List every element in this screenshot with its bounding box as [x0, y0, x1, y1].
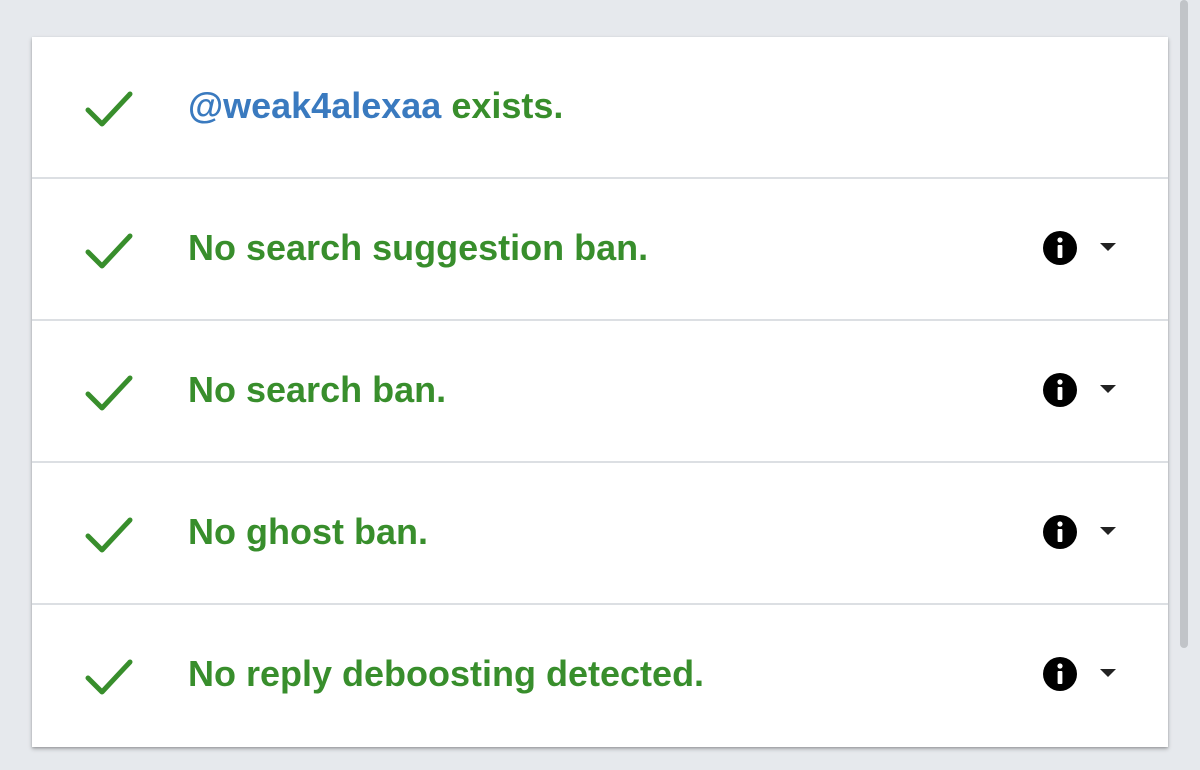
result-row-reply-deboosting[interactable]: No reply deboosting detected. [32, 605, 1168, 747]
checkmark-icon [85, 375, 133, 411]
caret-down-icon[interactable] [1099, 668, 1117, 678]
result-row-account-exists: @weak4alexaa exists. [32, 37, 1168, 179]
result-message: No search ban. [188, 369, 447, 410]
caret-down-icon[interactable] [1099, 242, 1117, 252]
result-message: No search suggestion ban. [188, 227, 649, 268]
scrollbar[interactable] [1180, 0, 1188, 648]
info-icon[interactable] [1042, 372, 1078, 408]
username-handle[interactable]: @weak4alexaa [188, 85, 441, 126]
caret-down-icon[interactable] [1099, 384, 1117, 394]
results-card: @weak4alexaa exists. No search suggestio… [32, 37, 1168, 747]
result-message: No ghost ban. [188, 511, 428, 552]
checkmark-icon [85, 91, 133, 127]
result-message: No reply deboosting detected. [188, 653, 705, 694]
result-row-search-suggestion-ban[interactable]: No search suggestion ban. [32, 179, 1168, 321]
checkmark-icon [85, 659, 133, 695]
info-icon[interactable] [1042, 230, 1078, 266]
info-icon[interactable] [1042, 514, 1078, 550]
result-message: exists. [441, 85, 564, 126]
result-row-ghost-ban[interactable]: No ghost ban. [32, 463, 1168, 605]
result-text: @weak4alexaa exists. [188, 83, 563, 129]
checkmark-icon [85, 233, 133, 269]
checkmark-icon [85, 517, 133, 553]
info-icon[interactable] [1042, 656, 1078, 692]
result-row-search-ban[interactable]: No search ban. [32, 321, 1168, 463]
caret-down-icon[interactable] [1099, 526, 1117, 536]
